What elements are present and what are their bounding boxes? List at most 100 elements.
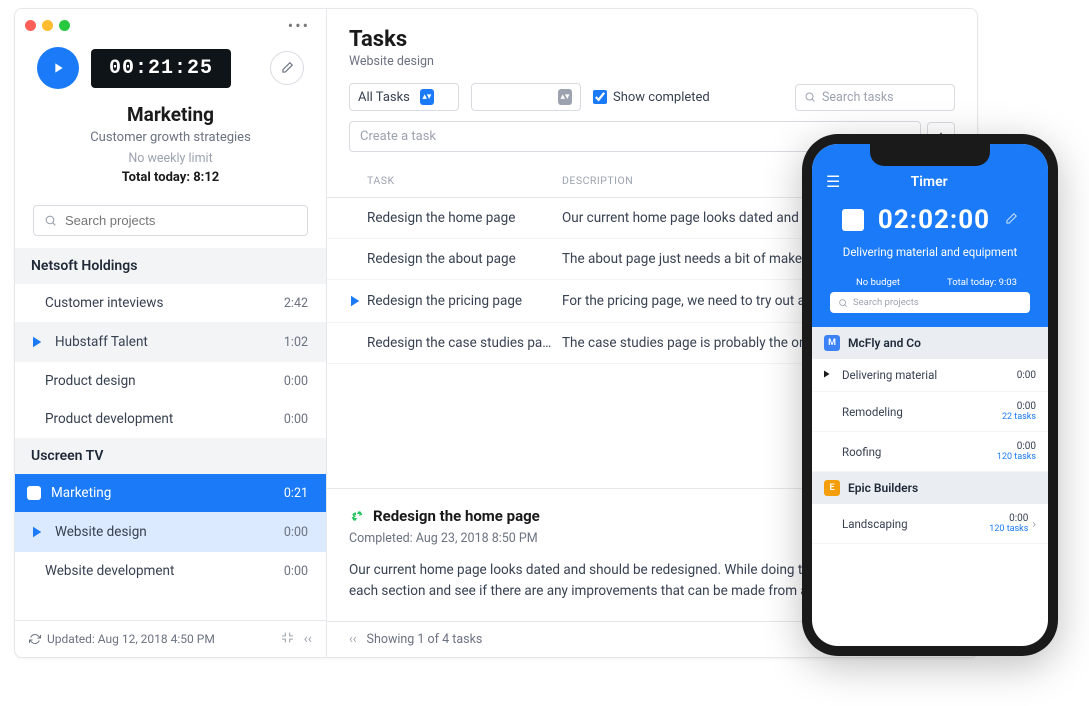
project-label: Product development <box>45 411 173 427</box>
phone-project-times: 0:00 <box>1017 370 1036 381</box>
filter-row: All Tasks ▴▾ ▴▾ Show completed Search ta… <box>327 77 977 121</box>
edit-button[interactable] <box>270 51 304 85</box>
detail-title: Redesign the home page <box>373 507 540 525</box>
project-subtitle: Customer growth strategies <box>25 130 316 145</box>
play-icon <box>345 292 363 310</box>
select-arrows-icon: ▴▾ <box>420 89 434 105</box>
project-label: Website design <box>55 524 147 540</box>
footer-status: Showing 1 of 4 tasks <box>367 632 483 647</box>
main-header: Tasks Website design <box>327 9 977 77</box>
phone-group-header: MMcFly and Co <box>812 327 1048 359</box>
project-time: 0:00 <box>284 374 308 389</box>
search-icon <box>44 214 57 227</box>
filter-select-2[interactable]: ▴▾ <box>471 83 581 111</box>
collapse-icon[interactable] <box>281 631 294 644</box>
phone-title: Timer <box>850 174 1008 190</box>
project-time: 1:02 <box>284 335 308 350</box>
phone-project-item[interactable]: Delivering material 0:00 <box>812 359 1048 392</box>
prev-page-icon[interactable]: ‹‹ <box>349 632 357 647</box>
project-label: Hubstaff Talent <box>55 334 148 350</box>
budget-label: No budget <box>826 269 930 292</box>
today-label: Total today: 9:03 <box>930 269 1034 292</box>
phone-notch <box>870 144 990 166</box>
group-badge: E <box>824 480 840 496</box>
play-icon <box>820 368 832 383</box>
close-window-icon[interactable] <box>25 20 36 31</box>
phone-project-label: Landscaping <box>842 517 908 531</box>
weekly-limit: No weekly limit <box>25 151 316 166</box>
phone-project-label: Delivering material <box>842 368 937 382</box>
task-name: Redesign the about page <box>367 251 562 267</box>
stop-icon <box>27 486 41 500</box>
phone-project-item[interactable]: Remodeling 0:0022 tasks <box>812 392 1048 432</box>
maximize-window-icon[interactable] <box>59 20 70 31</box>
task-name: Redesign the pricing page <box>367 293 562 309</box>
project-time: 2:42 <box>284 296 308 311</box>
search-icon <box>804 91 816 103</box>
project-label: Product design <box>45 373 136 389</box>
phone-mockup: ☰ Timer 02:02:00 Delivering material and… <box>802 134 1058 656</box>
total-today: Total today: 8:12 <box>25 170 316 185</box>
sidebar-item[interactable]: Product design 0:00 <box>15 362 326 400</box>
phone-group-header: EEpic Builders <box>812 472 1048 504</box>
phone-project-times: 0:0022 tasks <box>1002 401 1036 422</box>
page-subtitle: Website design <box>349 54 955 69</box>
col-task: TASK <box>367 174 562 187</box>
sidebar-group-header: Uscreen TV <box>15 438 326 474</box>
project-label: Marketing <box>51 485 111 501</box>
project-time: 0:21 <box>284 486 308 501</box>
project-header: Marketing Customer growth strategies No … <box>15 95 326 199</box>
phone-screen: ☰ Timer 02:02:00 Delivering material and… <box>812 144 1048 646</box>
search-projects-input[interactable] <box>65 213 297 228</box>
project-label: Customer inteviews <box>45 295 163 311</box>
col-desc: DESCRIPTION <box>562 174 633 187</box>
timer-row: 00:21:25 <box>15 33 326 95</box>
titlebar: ••• <box>15 9 326 33</box>
task-name: Redesign the case studies pa... <box>367 335 562 351</box>
play-icon <box>27 333 45 351</box>
phone-project-label: Remodeling <box>842 405 903 419</box>
updated-label: Updated: Aug 12, 2018 4:50 PM <box>47 632 215 646</box>
phone-project-item[interactable]: Landscaping 0:00120 tasks › <box>812 504 1048 544</box>
sidebar-item[interactable]: Website design 0:00 <box>15 512 326 552</box>
recycle-icon <box>349 508 365 524</box>
sidebar-item[interactable]: Marketing 0:21 <box>15 474 326 512</box>
phone-project-times: 0:00120 tasks <box>989 513 1028 534</box>
more-menu-icon[interactable]: ••• <box>282 16 316 35</box>
phone-header: ☰ Timer 02:02:00 Delivering material and… <box>812 144 1048 327</box>
minimize-window-icon[interactable] <box>42 20 53 31</box>
project-time: 0:00 <box>284 525 308 540</box>
chevron-left-icon[interactable]: ‹‹ <box>304 631 312 647</box>
play-button[interactable] <box>37 47 79 89</box>
phone-timer: 02:02:00 <box>878 205 990 235</box>
phone-project-item[interactable]: Roofing 0:00120 tasks <box>812 432 1048 472</box>
sidebar-item[interactable]: Product development 0:00 <box>15 400 326 438</box>
sidebar-item[interactable]: Hubstaff Talent 1:02 <box>15 322 326 362</box>
refresh-icon[interactable] <box>29 633 41 645</box>
phone-stats: No budget Total today: 9:03 <box>826 269 1034 292</box>
project-title: Marketing <box>25 103 316 126</box>
show-completed-checkbox[interactable]: Show completed <box>593 90 710 105</box>
filter-select[interactable]: All Tasks ▴▾ <box>349 83 459 111</box>
search-icon <box>838 298 848 308</box>
chevron-right-icon: › <box>1032 517 1036 531</box>
project-time: 0:00 <box>284 412 308 427</box>
select-arrows-icon: ▴▾ <box>558 89 572 105</box>
sidebar-item[interactable]: Website development0:00 <box>15 552 326 590</box>
phone-project-times: 0:00120 tasks <box>997 441 1036 462</box>
sidebar-footer: Updated: Aug 12, 2018 4:50 PM ‹‹ <box>15 620 326 657</box>
project-label: Website development <box>45 563 174 579</box>
edit-icon[interactable] <box>1004 211 1018 230</box>
timer-display: 00:21:25 <box>91 49 231 88</box>
sidebar-group-header: Netsoft Holdings <box>15 248 326 284</box>
menu-icon[interactable]: ☰ <box>826 172 840 191</box>
search-tasks[interactable]: Search tasks <box>795 84 955 111</box>
stop-button[interactable] <box>842 209 864 231</box>
phone-search[interactable]: Search projects <box>830 292 1030 313</box>
search-projects[interactable] <box>33 205 308 236</box>
task-name: Redesign the home page <box>367 210 562 226</box>
sidebar-item[interactable]: Customer inteviews 2:42 <box>15 284 326 322</box>
show-completed-input[interactable] <box>593 90 607 104</box>
phone-project-label: Roofing <box>842 445 881 459</box>
phone-body: MMcFly and Co Delivering material 0:00 Remo… <box>812 327 1048 646</box>
